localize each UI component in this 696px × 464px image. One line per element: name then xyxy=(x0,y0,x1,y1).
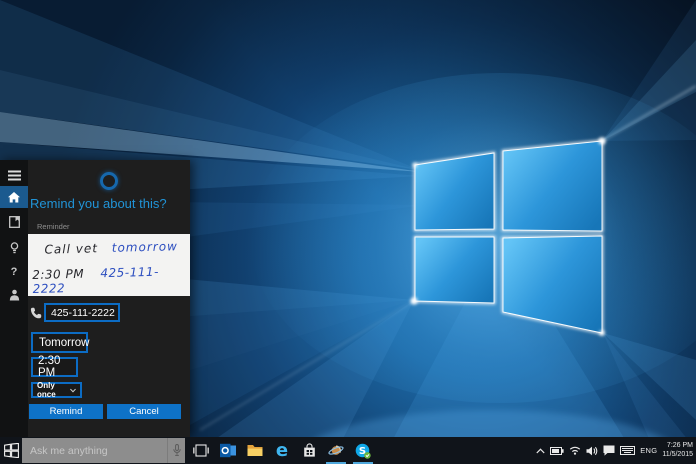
volume-indicator[interactable] xyxy=(586,446,598,456)
notebook-icon xyxy=(9,216,20,228)
file-explorer-icon xyxy=(247,444,263,457)
sidebar-item-help[interactable]: ? xyxy=(0,261,28,283)
show-hidden-icons-button[interactable] xyxy=(536,448,545,454)
taskbar-item-planet-app[interactable] xyxy=(328,437,344,464)
wifi-icon xyxy=(569,446,581,455)
ink-line-2: 2:30 PM 425-111-2222 xyxy=(32,264,191,296)
taskbar-item-skype[interactable]: S xyxy=(355,437,371,464)
ink-text-tomorrow: tomorrow xyxy=(112,239,178,255)
sidebar-item-reminders[interactable] xyxy=(0,237,28,259)
phone-number-field[interactable]: 425-111-2222 xyxy=(44,303,120,322)
task-view-icon xyxy=(193,444,209,457)
clock[interactable]: 7:26 PM 11/5/2015 xyxy=(662,442,693,459)
edge-icon: e xyxy=(276,443,288,459)
outlook-icon xyxy=(220,443,236,458)
home-icon xyxy=(8,192,20,203)
cancel-button[interactable]: Cancel xyxy=(107,404,181,419)
system-tray: ENG 7:26 PM 11/5/2015 xyxy=(536,437,693,464)
ink-note-canvas[interactable]: Call vet tomorrow 2:30 PM 425-111-2222 xyxy=(28,234,190,296)
taskbar-item-outlook[interactable] xyxy=(220,437,236,464)
frequency-dropdown[interactable]: Only once xyxy=(31,382,82,398)
cortana-logo-icon xyxy=(100,172,118,190)
taskbar-apps: e xyxy=(193,437,371,464)
clock-date: 11/5/2015 xyxy=(662,451,693,460)
battery-icon xyxy=(550,447,564,455)
remind-button[interactable]: Remind xyxy=(29,404,103,419)
cortana-sidebar: ? xyxy=(0,160,28,437)
chevron-down-icon xyxy=(70,388,76,393)
reminder-section-label: Reminder xyxy=(37,222,70,231)
keyboard-icon xyxy=(620,446,635,455)
desktop-screen: ? Remind you about this? Reminder Call v… xyxy=(0,0,696,464)
network-indicator[interactable] xyxy=(569,446,581,455)
clock-time: 7:26 PM xyxy=(662,442,693,451)
search-input[interactable] xyxy=(22,445,167,457)
ink-text-call-vet: Call vet xyxy=(44,241,98,256)
cortana-search-box[interactable] xyxy=(22,438,185,463)
store-icon xyxy=(302,443,317,458)
cortana-panel: ? Remind you about this? Reminder Call v… xyxy=(0,160,190,437)
battery-indicator[interactable] xyxy=(550,447,564,455)
taskbar: e xyxy=(0,437,696,464)
start-button[interactable] xyxy=(4,443,19,458)
microphone-button[interactable] xyxy=(167,438,185,463)
speaker-icon xyxy=(586,446,598,456)
language-indicator[interactable]: ENG xyxy=(640,446,657,455)
chevron-up-icon xyxy=(536,448,545,454)
frequency-value: Only once xyxy=(37,381,70,399)
skype-icon: S xyxy=(355,443,371,459)
question-mark-icon: ? xyxy=(11,266,18,278)
cortana-prompt-title: Remind you about this? xyxy=(30,196,185,211)
ink-line-1: Call vet tomorrow xyxy=(44,239,178,256)
sidebar-item-notebook[interactable] xyxy=(0,211,28,233)
date-field[interactable]: Tomorrow xyxy=(31,332,88,353)
taskbar-item-store[interactable] xyxy=(301,437,317,464)
action-center-icon xyxy=(603,445,615,456)
hamburger-menu-icon[interactable] xyxy=(0,164,28,186)
task-view-button[interactable] xyxy=(193,437,209,464)
planet-app-icon xyxy=(328,443,344,458)
sidebar-item-feedback[interactable] xyxy=(0,284,28,306)
touch-keyboard-button[interactable] xyxy=(620,446,635,455)
phone-icon xyxy=(30,307,42,319)
taskbar-item-edge[interactable]: e xyxy=(274,437,290,464)
ink-text-time: 2:30 PM xyxy=(32,267,84,282)
sidebar-item-home[interactable] xyxy=(0,186,28,208)
taskbar-item-file-explorer[interactable] xyxy=(247,437,263,464)
microphone-icon xyxy=(173,444,181,457)
action-center-button[interactable] xyxy=(603,445,615,456)
feedback-person-icon xyxy=(9,289,20,301)
time-field[interactable]: 2:30 PM xyxy=(31,357,78,377)
lightbulb-icon xyxy=(9,242,20,254)
